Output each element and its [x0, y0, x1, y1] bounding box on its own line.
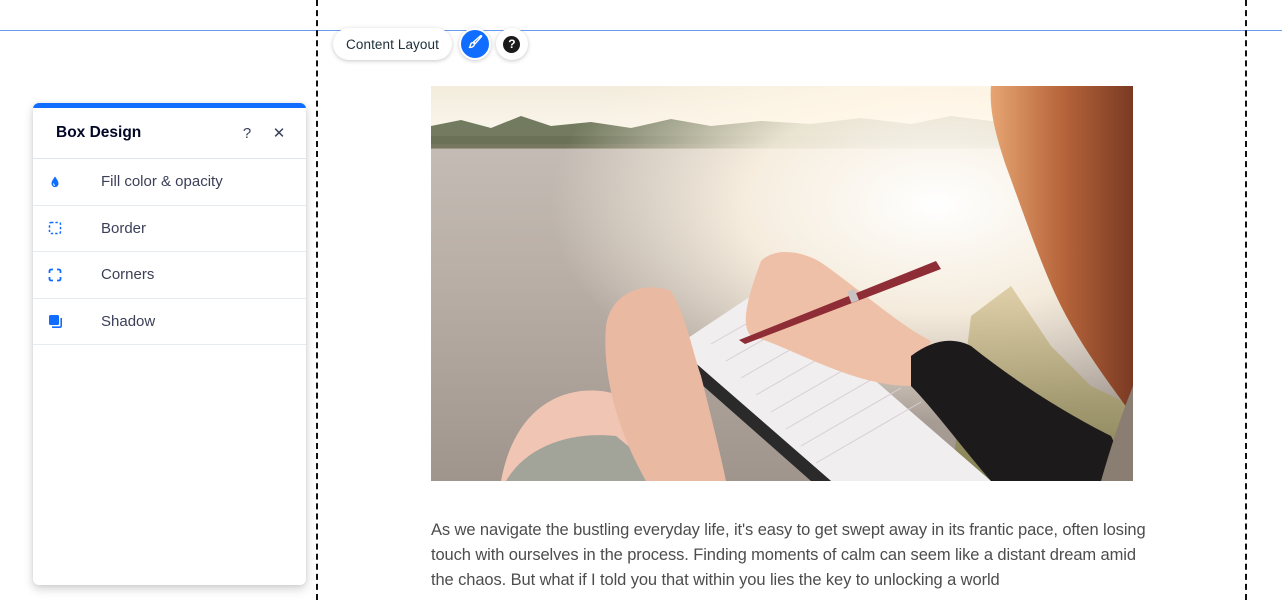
- content-layout-button[interactable]: Content Layout: [333, 28, 452, 60]
- shadow-icon: [33, 314, 101, 329]
- design-button[interactable]: [458, 28, 491, 60]
- menu-item-shadow[interactable]: Shadow: [33, 299, 306, 345]
- element-toolbar: Content Layout ?: [333, 28, 528, 60]
- menu-label: Corners: [101, 266, 155, 284]
- panel-close-button[interactable]: ✕: [269, 124, 289, 142]
- menu-item-border[interactable]: Border: [33, 206, 306, 252]
- paintbrush-icon: [467, 34, 483, 55]
- box-design-panel: Box Design ? ✕ Fill color & opacity Bord…: [33, 103, 306, 585]
- drop-icon: [33, 175, 101, 189]
- panel-title: Box Design: [56, 124, 142, 141]
- menu-item-fill-color[interactable]: Fill color & opacity: [33, 159, 306, 206]
- panel-help-button[interactable]: ?: [237, 125, 257, 142]
- border-icon: [33, 221, 101, 235]
- content-layout-label: Content Layout: [346, 36, 439, 52]
- panel-header: Box Design ? ✕: [33, 108, 306, 159]
- question-icon: ?: [503, 35, 521, 53]
- help-button[interactable]: ?: [495, 28, 528, 60]
- menu-label: Shadow: [101, 312, 156, 330]
- corners-icon: [33, 268, 101, 282]
- menu-label: Fill color & opacity: [101, 173, 223, 191]
- right-section-boundary: [1245, 0, 1247, 600]
- blog-post-paragraph: As we navigate the bustling everyday lif…: [431, 521, 1146, 589]
- horizontal-guide-line: [0, 30, 1282, 31]
- menu-item-corners[interactable]: Corners: [33, 252, 306, 299]
- blog-post-image[interactable]: [431, 86, 1133, 481]
- left-section-boundary: [316, 0, 318, 600]
- menu-label: Border: [101, 219, 147, 237]
